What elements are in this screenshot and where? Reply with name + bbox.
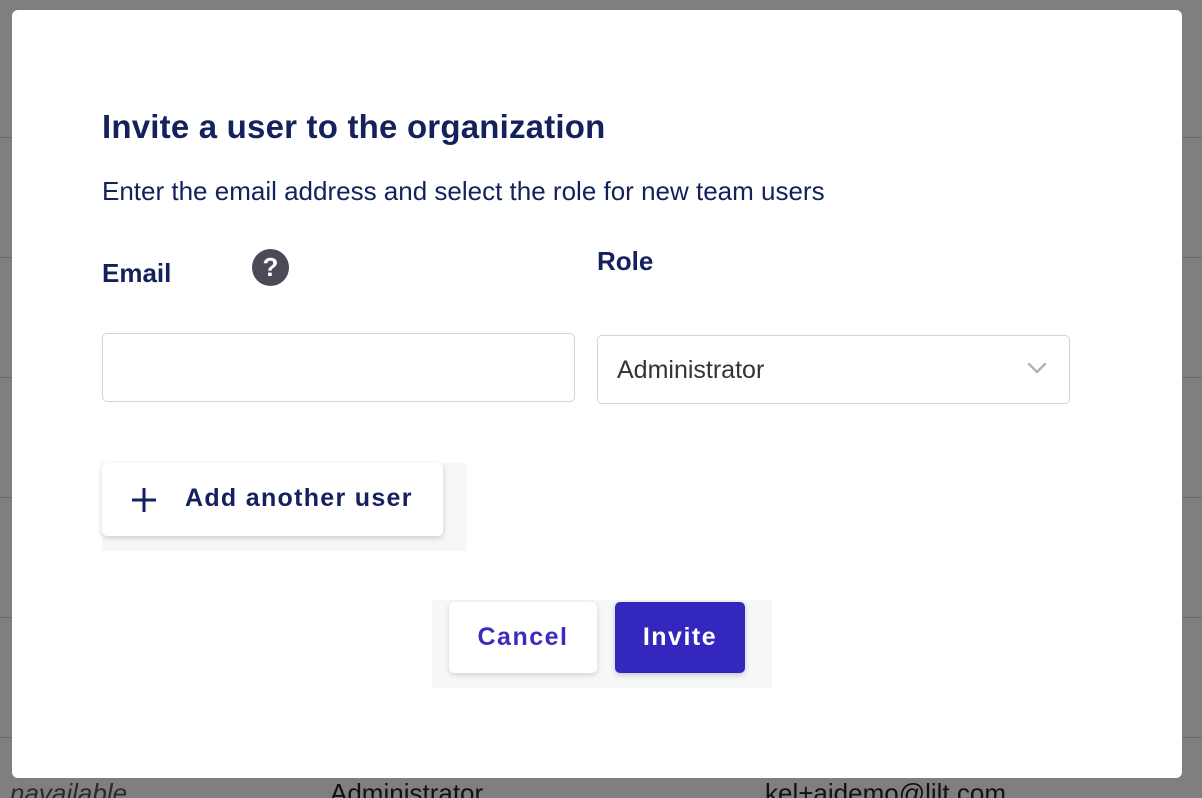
invite-button[interactable]: Invite bbox=[615, 602, 745, 673]
add-another-user-label: Add another user bbox=[185, 484, 413, 512]
role-select[interactable]: Administrator bbox=[597, 335, 1070, 404]
dialog-title: Invite a user to the organization bbox=[102, 108, 606, 145]
invite-user-dialog: Invite a user to the organization Enter … bbox=[12, 10, 1182, 778]
add-another-user-button[interactable]: Add another user bbox=[102, 463, 443, 536]
dialog-subtitle: Enter the email address and select the r… bbox=[102, 176, 825, 206]
role-selected-value: Administrator bbox=[617, 356, 765, 384]
email-label: Email bbox=[102, 258, 172, 288]
cancel-button[interactable]: Cancel bbox=[449, 602, 597, 673]
plus-icon bbox=[132, 488, 156, 512]
chevron-down-icon bbox=[1027, 362, 1047, 374]
role-label: Role bbox=[597, 246, 654, 276]
email-input[interactable] bbox=[102, 333, 575, 402]
question-circle-icon[interactable]: ? bbox=[252, 249, 289, 286]
